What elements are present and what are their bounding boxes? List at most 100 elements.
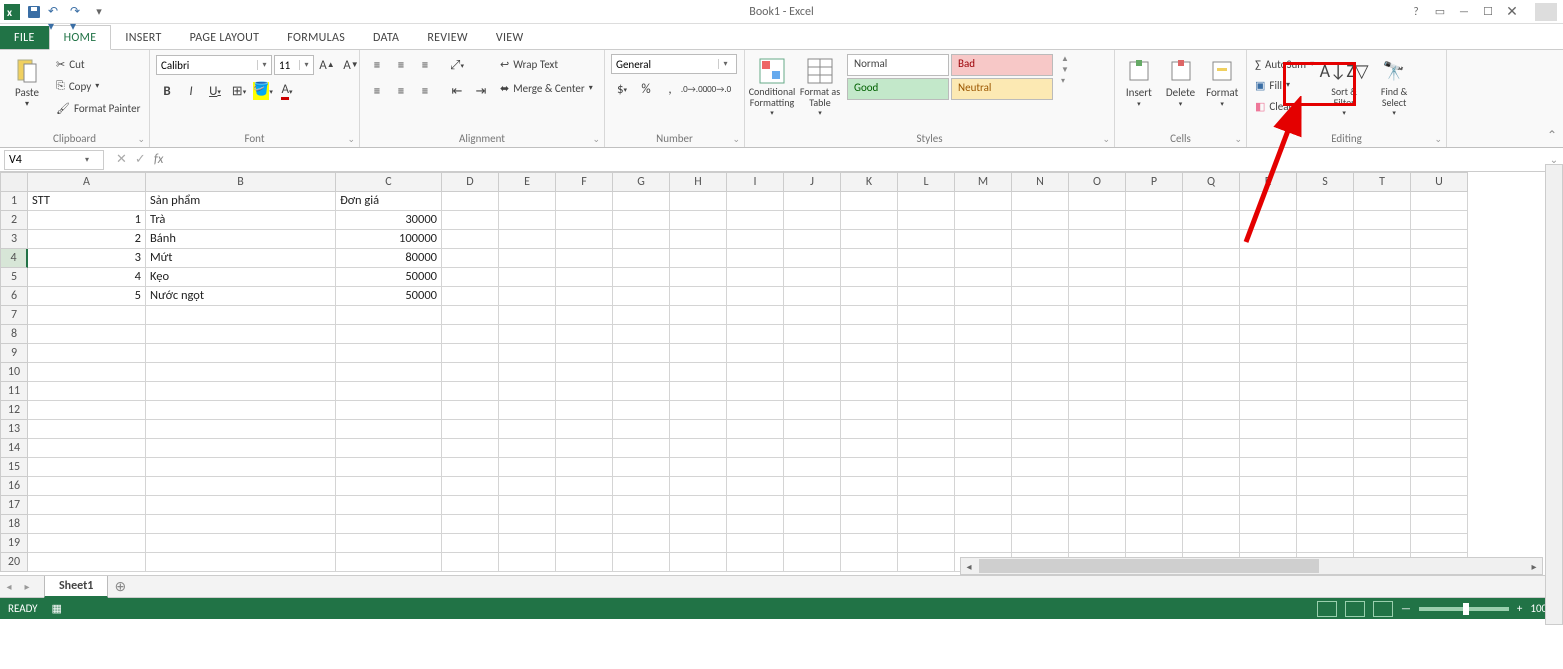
cell-M19[interactable] (955, 534, 1012, 553)
cell-K10[interactable] (841, 363, 898, 382)
cell-K16[interactable] (841, 477, 898, 496)
cell-G15[interactable] (613, 458, 670, 477)
cell-I14[interactable] (727, 439, 784, 458)
cell-G18[interactable] (613, 515, 670, 534)
cell-S2[interactable] (1297, 211, 1354, 230)
cell-H3[interactable] (670, 230, 727, 249)
cell-M4[interactable] (955, 249, 1012, 268)
cell-T5[interactable] (1354, 268, 1411, 287)
cell-B2[interactable]: Trà (146, 211, 336, 230)
cell-E14[interactable] (499, 439, 556, 458)
cell-J14[interactable] (784, 439, 841, 458)
align-bottom-icon[interactable]: ≡ (414, 54, 436, 76)
undo-icon[interactable]: ↶ ▾ (48, 4, 64, 20)
cell-M5[interactable] (955, 268, 1012, 287)
cell-D12[interactable] (442, 401, 499, 420)
grow-font-icon[interactable]: A▲ (316, 54, 338, 76)
cell-J8[interactable] (784, 325, 841, 344)
decrease-indent-icon[interactable]: ⇤ (446, 80, 468, 102)
cell-U8[interactable] (1411, 325, 1468, 344)
col-header-C[interactable]: C (336, 172, 442, 192)
style-normal[interactable]: Normal (847, 54, 949, 76)
cell-R16[interactable] (1240, 477, 1297, 496)
cell-U13[interactable] (1411, 420, 1468, 439)
cell-H12[interactable] (670, 401, 727, 420)
cell-D8[interactable] (442, 325, 499, 344)
cell-Q3[interactable] (1183, 230, 1240, 249)
cell-O6[interactable] (1069, 287, 1126, 306)
insert-cells-button[interactable]: Insert▾ (1121, 54, 1157, 108)
row-header-19[interactable]: 19 (0, 534, 28, 553)
row-header-9[interactable]: 9 (0, 344, 28, 363)
cell-T18[interactable] (1354, 515, 1411, 534)
cell-C7[interactable] (336, 306, 442, 325)
cell-I12[interactable] (727, 401, 784, 420)
cell-T16[interactable] (1354, 477, 1411, 496)
cell-R10[interactable] (1240, 363, 1297, 382)
cell-N9[interactable] (1012, 344, 1069, 363)
cell-T3[interactable] (1354, 230, 1411, 249)
cell-U9[interactable] (1411, 344, 1468, 363)
cell-E11[interactable] (499, 382, 556, 401)
cell-L14[interactable] (898, 439, 955, 458)
bold-button[interactable]: B (156, 80, 178, 102)
row-header-11[interactable]: 11 (0, 382, 28, 401)
align-right-icon[interactable]: ≡ (414, 80, 436, 102)
cell-Q11[interactable] (1183, 382, 1240, 401)
cell-B17[interactable] (146, 496, 336, 515)
cell-J12[interactable] (784, 401, 841, 420)
cell-M18[interactable] (955, 515, 1012, 534)
col-header-L[interactable]: L (898, 172, 955, 192)
cell-N3[interactable] (1012, 230, 1069, 249)
cell-I8[interactable] (727, 325, 784, 344)
cell-T10[interactable] (1354, 363, 1411, 382)
tab-page-layout[interactable]: PAGE LAYOUT (176, 26, 274, 49)
cell-Q4[interactable] (1183, 249, 1240, 268)
cell-O14[interactable] (1069, 439, 1126, 458)
cell-J7[interactable] (784, 306, 841, 325)
cell-P5[interactable] (1126, 268, 1183, 287)
cell-A6[interactable]: 5 (28, 287, 146, 306)
col-header-H[interactable]: H (670, 172, 727, 192)
cell-A17[interactable] (28, 496, 146, 515)
scroll-left-icon[interactable]: ◂ (961, 560, 977, 573)
cell-H18[interactable] (670, 515, 727, 534)
autosum-button[interactable]: ∑AutoSum ▾ (1253, 54, 1316, 74)
align-center-icon[interactable]: ≡ (390, 80, 412, 102)
cell-M3[interactable] (955, 230, 1012, 249)
align-left-icon[interactable]: ≡ (366, 80, 388, 102)
cut-button[interactable]: ✂Cut (54, 54, 142, 74)
cell-I20[interactable] (727, 553, 784, 572)
col-header-I[interactable]: I (727, 172, 784, 192)
cell-D14[interactable] (442, 439, 499, 458)
cell-A11[interactable] (28, 382, 146, 401)
cell-N6[interactable] (1012, 287, 1069, 306)
collapse-ribbon-icon[interactable]: ⌃ (1547, 128, 1557, 143)
row-header-6[interactable]: 6 (0, 287, 28, 306)
name-box[interactable]: ▾ (4, 150, 104, 170)
cell-S15[interactable] (1297, 458, 1354, 477)
cell-I2[interactable] (727, 211, 784, 230)
cell-U10[interactable] (1411, 363, 1468, 382)
cell-Q14[interactable] (1183, 439, 1240, 458)
cell-C12[interactable] (336, 401, 442, 420)
cell-F1[interactable] (556, 192, 613, 211)
cell-H19[interactable] (670, 534, 727, 553)
cell-R1[interactable] (1240, 192, 1297, 211)
hscroll-thumb[interactable] (979, 559, 1319, 573)
cell-O7[interactable] (1069, 306, 1126, 325)
cell-A16[interactable] (28, 477, 146, 496)
col-header-M[interactable]: M (955, 172, 1012, 192)
cell-D2[interactable] (442, 211, 499, 230)
cell-B10[interactable] (146, 363, 336, 382)
col-header-P[interactable]: P (1126, 172, 1183, 192)
cell-H16[interactable] (670, 477, 727, 496)
cell-Q12[interactable] (1183, 401, 1240, 420)
italic-button[interactable]: I (180, 80, 202, 102)
cell-H7[interactable] (670, 306, 727, 325)
cell-C16[interactable] (336, 477, 442, 496)
cell-F14[interactable] (556, 439, 613, 458)
cell-L2[interactable] (898, 211, 955, 230)
cell-O16[interactable] (1069, 477, 1126, 496)
cell-S11[interactable] (1297, 382, 1354, 401)
